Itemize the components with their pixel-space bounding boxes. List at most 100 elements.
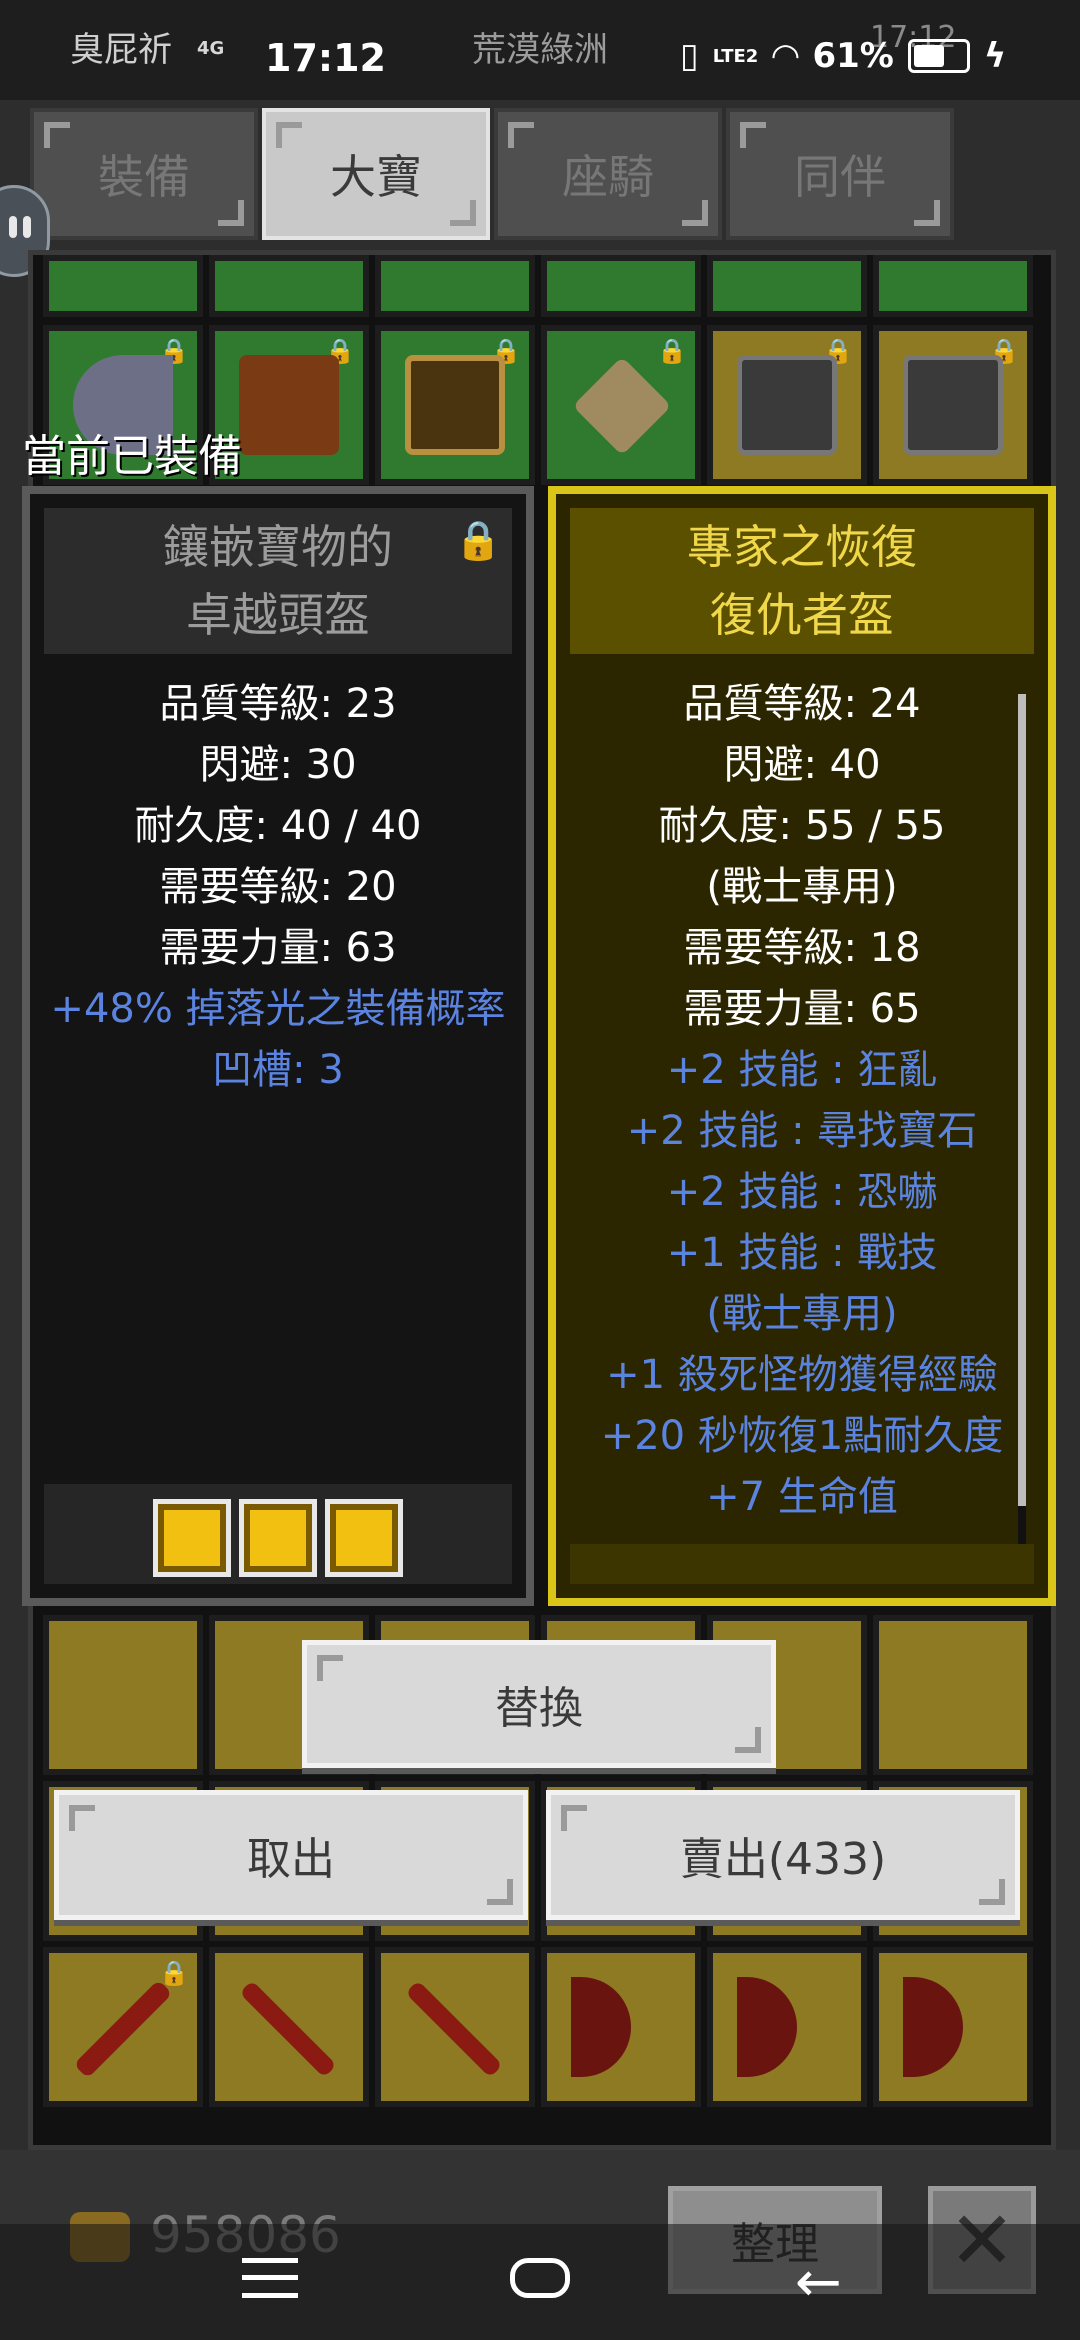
status-icons: ▯ LTE2 ◠ 61% ϟ [680,36,1006,76]
corner-decoration [317,1655,343,1681]
sell-label: 賣出(433) [679,1834,887,1885]
corner-decoration [276,122,302,148]
socket-bar [44,1484,512,1584]
stat-line: 耐久度: 55 / 55 [658,803,946,849]
stat-line: 閃避: 30 [199,742,357,788]
item-name: 鑲嵌寶物的 卓越頭盔 [44,508,512,654]
gem-icon [330,1504,398,1572]
item-name-line2: 復仇者盔 [710,588,894,642]
take-out-label: 取出 [247,1834,335,1885]
card-footer [570,1544,1034,1584]
corner-decoration [44,122,70,148]
stat-line: (戰士專用) [706,1291,898,1337]
corner-decoration [740,122,766,148]
current-item-card: 鑲嵌寶物的 卓越頭盔 🔒 品質等級: 23 閃避: 30 耐久度: 40 / 40 需… [22,486,534,1606]
stat-line: +2 技能 : 狂亂 [666,1047,938,1093]
helmet-icon [405,355,505,455]
corner-decoration [450,200,476,226]
corner-decoration [69,1805,95,1831]
gauntlet-icon [737,355,837,455]
item-stats: 品質等級: 23 閃避: 30 耐久度: 40 / 40 需要等級: 20 需要力量: … [30,674,526,1101]
staff-icon [239,1980,337,2078]
inventory-slot[interactable] [375,255,535,317]
inventory-slot[interactable] [375,1947,535,2107]
tab-label: 座騎 [562,150,654,204]
stat-line: +48% 掉落光之裝備概率 [50,986,506,1032]
stat-line: 品質等級: 23 [159,681,397,727]
wifi-icon: ◠ [772,36,799,76]
inventory-slot[interactable] [873,1615,1033,1775]
sell-button[interactable]: 賣出(433) [546,1790,1020,1920]
bow-icon [737,1977,797,2077]
stat-line: +1 技能 : 戰技 [666,1230,938,1276]
staff-icon [405,1980,503,2078]
replace-button[interactable]: 替換 [302,1640,776,1768]
new-item-card: 專家之恢復 復仇者盔 品質等級: 24 閃避: 40 耐久度: 55 / 55 (戰士… [548,486,1056,1606]
item-name-line1: 專家之恢復 [687,520,917,574]
inventory-slot[interactable] [707,1947,867,2107]
inventory-slot[interactable] [873,1947,1033,2107]
inventory-slot[interactable] [707,255,867,317]
stat-line: +20 秒恢復1點耐久度 [600,1413,1004,1459]
inventory-slot[interactable] [209,1947,369,2107]
clock: 17:12 [265,36,386,80]
corner-decoration [914,200,940,226]
inventory-slot[interactable]: 🔒 [541,325,701,485]
stat-line: (戰士專用) [706,864,898,910]
inventory-slot[interactable] [43,1615,203,1775]
bow-icon [903,1977,963,2077]
inventory-slot[interactable] [541,255,701,317]
stats-scrollbar[interactable] [1018,694,1026,1554]
stat-line: 需要力量: 63 [159,925,397,971]
tab-mount[interactable]: 座騎 [494,108,722,240]
armor-icon [239,355,339,455]
stat-line: 耐久度: 40 / 40 [134,803,422,849]
corner-decoration [487,1879,513,1905]
app-name: 荒漠綠洲 [472,30,608,70]
inventory-slot[interactable]: 🔒 [43,1947,203,2107]
equipped-label: 當前已裝備 [22,431,242,482]
tab-companion[interactable]: 同伴 [726,108,954,240]
corner-decoration [979,1879,1005,1905]
stat-line: 需要力量: 65 [683,986,921,1032]
battery-percent: 61% [812,36,894,76]
tab-label: 大寶 [330,150,422,204]
stat-line: 需要等級: 18 [683,925,921,971]
tab-equipment[interactable]: 裝備 [30,108,258,240]
stat-line: +1 殺死怪物獲得經驗 [606,1352,998,1398]
stat-line: 需要等級: 20 [159,864,397,910]
stat-line: +2 技能 : 尋找寶石 [626,1108,978,1154]
bow-icon [571,1977,631,2077]
pickaxe-icon [572,356,672,456]
corner-decoration [218,200,244,226]
gem-sockets [44,1504,512,1572]
back-icon[interactable]: ← [795,2250,842,2315]
corner-decoration [508,122,534,148]
carrier-name: 臭屁祈 [70,30,172,70]
recent-apps-icon[interactable] [242,2258,298,2298]
vibrate-icon: ▯ [680,36,699,76]
stat-line: +7 生命值 [706,1474,898,1520]
take-out-button[interactable]: 取出 [54,1790,528,1920]
lock-icon[interactable]: 🔒 [455,518,502,563]
stat-line: 凹槽: 3 [212,1047,344,1093]
battery-icon [907,39,970,73]
volte-label: LTE2 [712,45,759,67]
inventory-slot[interactable] [541,1947,701,2107]
home-icon[interactable] [510,2258,570,2298]
inventory-slot[interactable] [873,255,1033,317]
gem-icon [158,1504,226,1572]
inventory-slot[interactable] [209,255,369,317]
charging-icon: ϟ [983,36,1007,76]
item-stats: 品質等級: 24 閃避: 40 耐久度: 55 / 55 (戰士專用) 需要等級: 18… [556,674,1048,1528]
gauntlet-icon [903,355,1003,455]
crossbow-icon [73,1979,173,2079]
tab-treasure[interactable]: 大寶 [262,108,490,240]
scrollbar-thumb[interactable] [1018,694,1026,1506]
item-name-line1: 鑲嵌寶物的 [163,520,393,574]
replace-label: 替換 [495,1683,583,1734]
inventory-slot[interactable]: 🔒 [873,325,1033,485]
inventory-slot[interactable]: 🔒 [707,325,867,485]
inventory-slot[interactable]: 🔒 [375,325,535,485]
inventory-slot[interactable] [43,255,203,317]
